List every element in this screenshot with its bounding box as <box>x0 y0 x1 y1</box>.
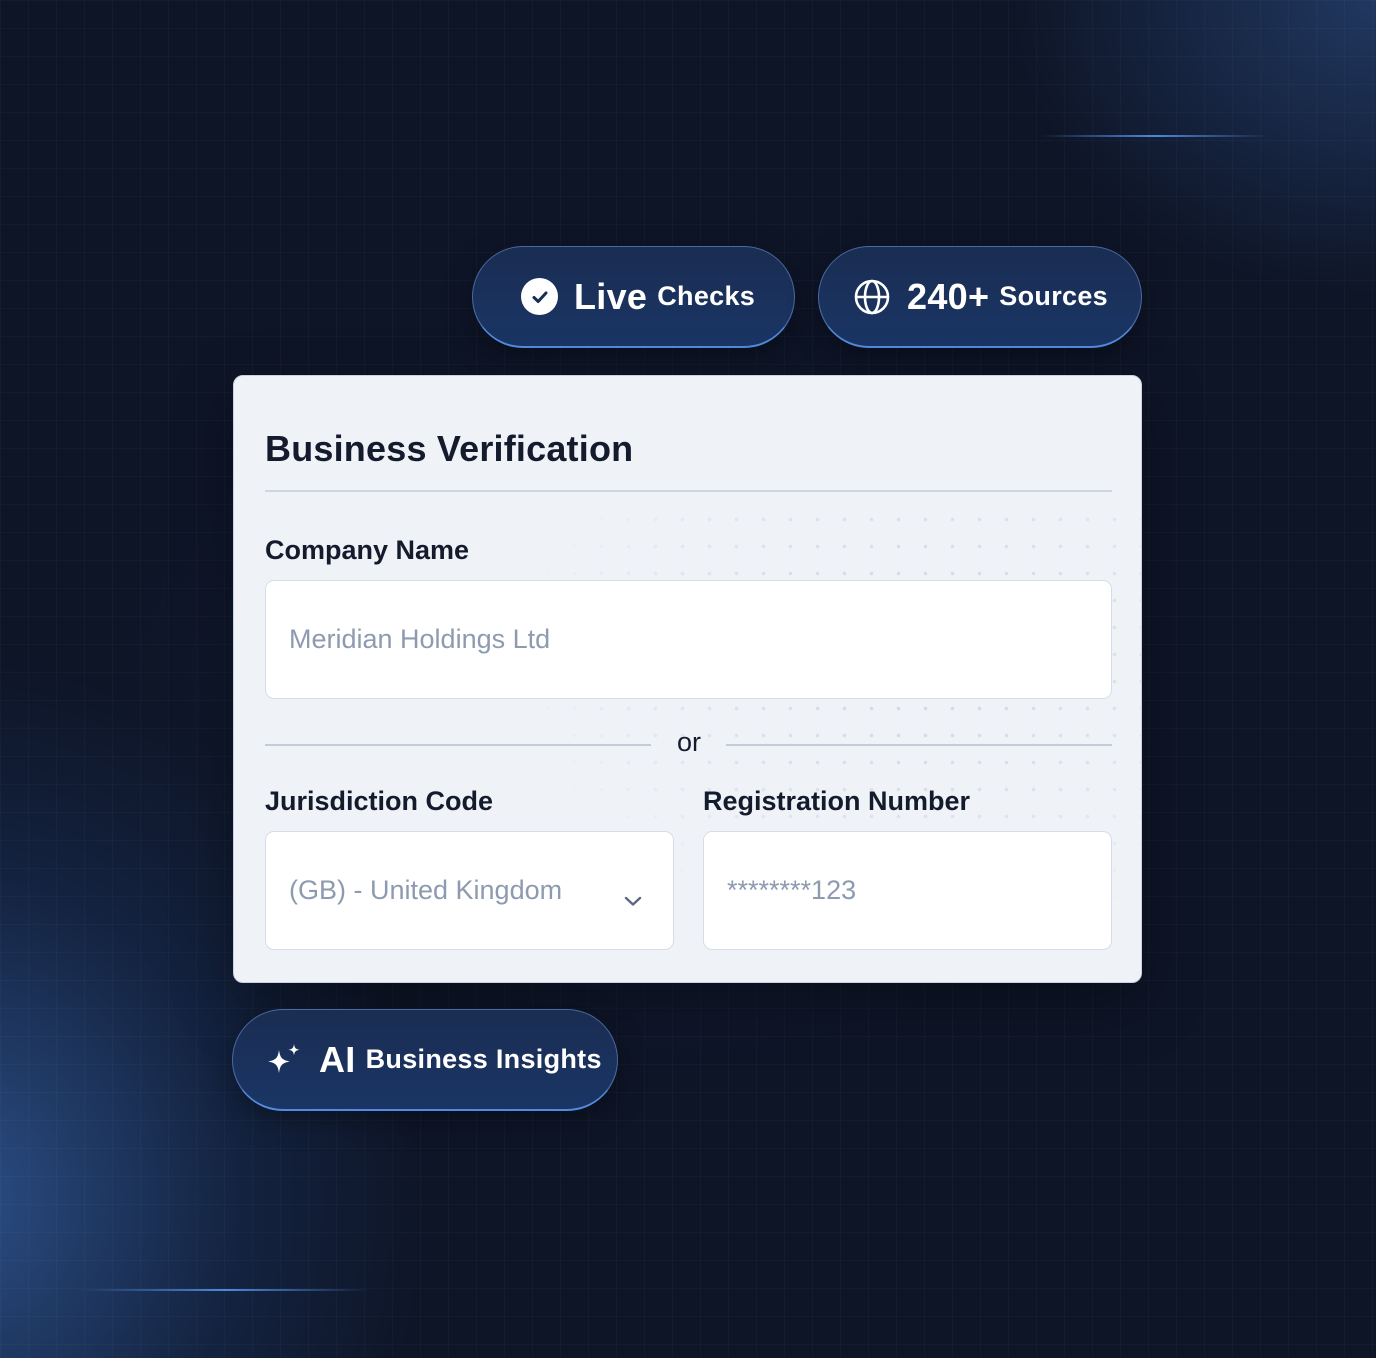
company-name-placeholder: Meridian Holdings Ltd <box>289 624 551 654</box>
or-divider-left <box>265 744 651 746</box>
sources-badge[interactable]: 240+ Sources <box>818 246 1142 348</box>
jurisdiction-code-select[interactable]: (GB) - United Kingdom <box>265 831 674 950</box>
globe-icon <box>853 278 891 316</box>
check-circle-icon <box>521 278 558 315</box>
decorative-glow-line-top <box>1040 135 1270 137</box>
jurisdiction-code-value: (GB) - United Kingdom <box>289 875 563 905</box>
title-divider <box>265 490 1112 492</box>
registration-number-placeholder: ********123 <box>727 875 857 905</box>
company-name-label: Company Name <box>265 535 470 565</box>
page-title: Business Verification <box>265 428 634 469</box>
ai-strong-text: AI <box>319 1038 356 1080</box>
sources-strong-text: 240+ <box>907 275 990 317</box>
live-checks-light-text: Checks <box>657 281 756 311</box>
sparkle-icon <box>265 1041 303 1079</box>
ai-light-text: Business Insights <box>365 1044 602 1074</box>
sources-light-text: Sources <box>999 281 1108 311</box>
ai-business-insights-badge[interactable]: AI Business Insights <box>232 1009 618 1111</box>
company-name-input[interactable]: Meridian Holdings Ltd <box>265 580 1112 699</box>
business-verification-card: Business Verification Company Name Merid… <box>233 375 1142 983</box>
decorative-glow-line-bottom <box>80 1289 370 1291</box>
live-checks-strong-text: Live <box>574 275 648 317</box>
registration-number-input[interactable]: ********123 <box>703 831 1112 950</box>
or-separator: or <box>676 727 701 757</box>
registration-number-label: Registration Number <box>703 786 971 816</box>
or-divider-right <box>726 744 1112 746</box>
jurisdiction-code-label: Jurisdiction Code <box>265 786 494 816</box>
chevron-down-icon[interactable] <box>623 884 643 906</box>
live-checks-badge[interactable]: Live Checks <box>472 246 795 348</box>
